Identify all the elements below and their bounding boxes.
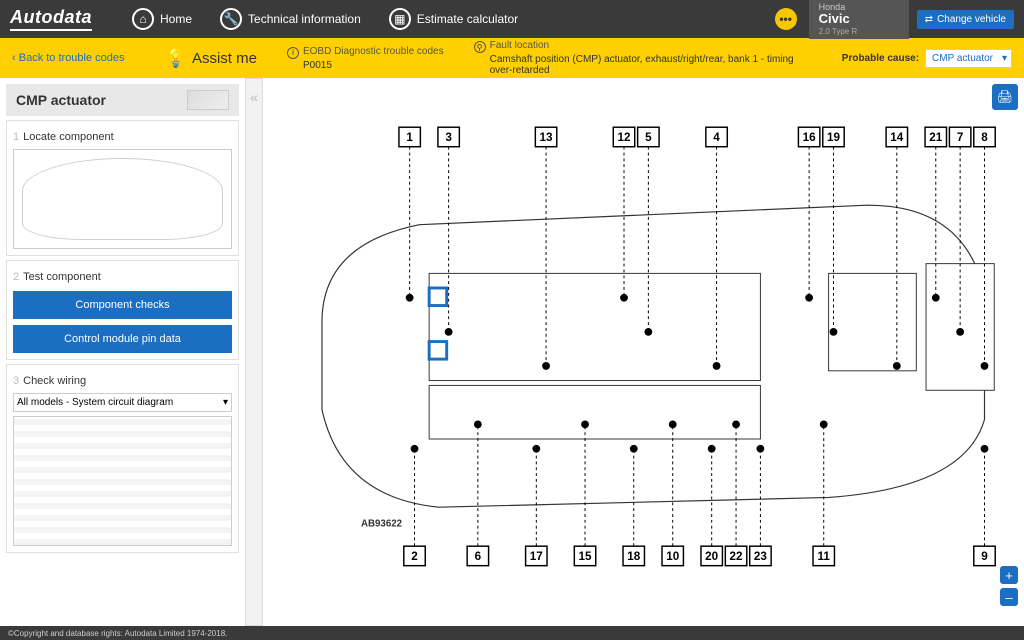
svg-text:17: 17 — [530, 550, 543, 563]
vehicle-model: Civic — [819, 12, 899, 26]
svg-text:14: 14 — [890, 131, 904, 144]
location-icon: ⚲ — [474, 41, 486, 53]
svg-text:11: 11 — [818, 550, 831, 563]
nav-tech-info[interactable]: 🔧 Technical information — [220, 8, 361, 30]
change-vehicle-button[interactable]: ⇄ Change vehicle — [917, 10, 1014, 29]
nav-calc-label: Estimate calculator — [417, 12, 518, 26]
step-test-component-panel: 2 Test component Component checks Control… — [6, 260, 239, 360]
more-menu-icon[interactable]: ••• — [775, 8, 797, 30]
dtc-code: P0015 — [303, 60, 444, 71]
svg-text:19: 19 — [827, 131, 841, 144]
svg-text:7: 7 — [957, 131, 964, 144]
footer-copyright: ©Copyright and database rights: Autodata… — [8, 629, 227, 638]
nav-estimate-calc[interactable]: ▦ Estimate calculator — [389, 8, 518, 30]
collapse-sidebar-button[interactable]: « — [245, 78, 263, 626]
locate-component-thumbnail[interactable] — [13, 149, 232, 249]
step-check-wiring-panel: 3 Check wiring All models - System circui… — [6, 364, 239, 553]
svg-text:3: 3 — [445, 131, 452, 144]
svg-text:4: 4 — [713, 131, 720, 144]
wiring-schematic-thumbnail[interactable] — [13, 416, 232, 546]
step-locate-component-panel: 1 Locate component — [6, 120, 239, 256]
probable-cause-select[interactable]: CMP actuator ▾ — [925, 49, 1012, 68]
home-icon: ⌂ — [132, 8, 154, 30]
lightbulb-icon: 💡 — [165, 48, 187, 69]
step-2-number: 2 — [13, 271, 19, 283]
control-module-pin-data-button[interactable]: Control module pin data — [13, 325, 232, 353]
change-vehicle-label: Change vehicle — [937, 14, 1006, 25]
step-2-title: Test component — [23, 271, 101, 283]
info-icon: i — [287, 47, 299, 59]
calculator-icon: ▦ — [389, 8, 411, 30]
chevron-down-icon: ▾ — [1002, 53, 1007, 64]
back-to-trouble-codes-link[interactable]: ‹ Back to trouble codes — [12, 52, 125, 64]
svg-text:18: 18 — [627, 550, 641, 563]
component-thumbnail — [187, 90, 229, 110]
fault-heading: Fault location — [490, 40, 549, 51]
svg-text:8: 8 — [981, 131, 988, 144]
nav-tech-label: Technical information — [248, 12, 361, 26]
svg-text:21: 21 — [929, 131, 943, 144]
svg-text:16: 16 — [803, 131, 817, 144]
fault-description: Camshaft position (CMP) actuator, exhaus… — [490, 54, 812, 76]
svg-text:12: 12 — [617, 131, 631, 144]
wiring-diagram-select[interactable]: All models - System circuit diagram ▾ — [13, 393, 232, 412]
chevron-down-icon: ▾ — [223, 397, 228, 408]
dtc-heading: EOBD Diagnostic trouble codes — [303, 46, 444, 57]
component-checks-button[interactable]: Component checks — [13, 291, 232, 319]
wrench-icon: 🔧 — [220, 8, 242, 30]
step-1-number: 1 — [13, 131, 19, 143]
nav-home-label: Home — [160, 12, 192, 26]
svg-text:22: 22 — [730, 550, 744, 563]
svg-text:20: 20 — [705, 550, 719, 563]
zoom-out-button[interactable]: – — [1000, 588, 1018, 606]
nav-home[interactable]: ⌂ Home — [132, 8, 192, 30]
step-3-number: 3 — [13, 375, 19, 387]
step-3-title: Check wiring — [23, 375, 86, 387]
callout-9: 9 — [974, 445, 995, 566]
engine-diagram[interactable]: 131312541619142178 2617151810202223119 A… — [283, 98, 1004, 585]
assist-me-button[interactable]: 💡 Assist me — [165, 48, 257, 69]
swap-icon: ⇄ — [925, 14, 933, 25]
sidebar-title: CMP actuator — [16, 92, 106, 108]
svg-text:23: 23 — [754, 550, 768, 563]
svg-text:2: 2 — [411, 550, 418, 563]
brand-logo[interactable]: Autodata — [10, 7, 92, 31]
step-1-title: Locate component — [23, 131, 114, 143]
svg-text:10: 10 — [666, 550, 680, 563]
assist-label: Assist me — [192, 50, 257, 67]
chevron-left-icon: « — [250, 89, 258, 105]
svg-text:6: 6 — [475, 550, 482, 563]
vehicle-info: Honda Civic 2.0 Type R — [809, 0, 909, 39]
probable-cause-label: Probable cause: — [842, 53, 919, 64]
svg-text:15: 15 — [579, 550, 593, 563]
svg-text:13: 13 — [540, 131, 554, 144]
vehicle-variant: 2.0 Type R — [819, 27, 899, 36]
zoom-in-button[interactable]: + — [1000, 566, 1018, 584]
diagram-reference: AB93622 — [361, 519, 403, 530]
svg-text:1: 1 — [406, 131, 413, 144]
svg-text:5: 5 — [645, 131, 652, 144]
svg-text:9: 9 — [981, 550, 988, 563]
